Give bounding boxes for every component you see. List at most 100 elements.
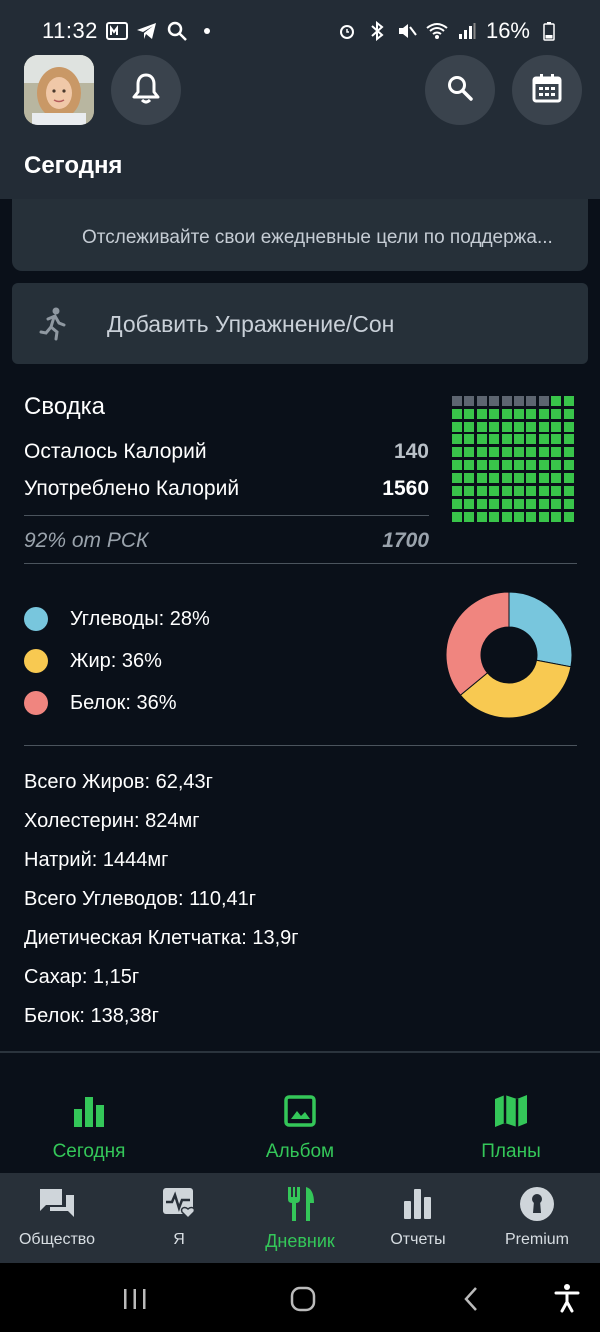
waffle-cell-filled	[501, 485, 512, 496]
nutrient-total-carbs: Всего Углеводов: 110,41г	[24, 888, 257, 910]
accessibility-icon[interactable]	[553, 1283, 581, 1318]
waffle-cell-filled	[513, 460, 524, 471]
rsk-value: 1700	[382, 528, 429, 552]
waffle-cell-filled	[476, 498, 487, 509]
bar-chart-icon	[71, 1093, 107, 1129]
waffle-cell-filled	[563, 460, 574, 471]
waffle-cell-empty	[526, 396, 537, 406]
nutrient-total-fat: Всего Жиров: 62,43г	[24, 771, 213, 793]
bell-icon	[131, 72, 161, 109]
waffle-cell-filled	[513, 485, 524, 496]
waffle-cell-filled	[513, 473, 524, 484]
search-icon	[446, 74, 474, 107]
waffle-cell-filled	[476, 485, 487, 496]
fat-color-dot	[24, 649, 48, 673]
waffle-cell-filled	[513, 511, 524, 522]
waffle-cell-filled	[563, 421, 574, 432]
waffle-cell-filled	[526, 447, 537, 458]
waffle-cell-empty	[501, 396, 512, 406]
waffle-cell-empty	[452, 396, 462, 406]
waffle-cell-empty	[513, 396, 524, 406]
waffle-cell-filled	[563, 447, 574, 458]
keyhole-icon	[518, 1185, 556, 1223]
app-header: Сегодня	[0, 52, 600, 199]
waffle-cell-filled	[464, 447, 475, 458]
add-exercise-sleep-button[interactable]: Добавить Упражнение/Сон	[12, 283, 588, 364]
waffle-cell-filled	[501, 447, 512, 458]
tab-premium[interactable]: Premium	[477, 1185, 597, 1249]
waffle-cell-empty	[464, 396, 475, 406]
home-icon[interactable]	[289, 1285, 317, 1318]
bluetooth-icon	[366, 20, 388, 42]
waffle-cell-filled	[489, 473, 500, 484]
waffle-cell-empty	[476, 396, 487, 406]
chat-icon	[38, 1185, 76, 1223]
waffle-cell-filled	[538, 485, 549, 496]
waffle-cell-filled	[513, 421, 524, 432]
calories-remaining-value: 140	[393, 439, 429, 463]
image-icon	[282, 1093, 318, 1129]
waffle-cell-filled	[526, 408, 537, 419]
subnav-today[interactable]: Сегодня	[0, 1093, 189, 1163]
calories-remaining-label: Осталось Калорий	[24, 439, 207, 463]
back-icon[interactable]	[461, 1285, 481, 1318]
recent-apps-icon[interactable]	[122, 1287, 148, 1316]
calendar-button[interactable]	[512, 55, 582, 125]
telegram-icon	[136, 20, 158, 42]
waffle-cell-filled	[501, 473, 512, 484]
waffle-cell-filled	[476, 447, 487, 458]
health-icon	[160, 1185, 198, 1223]
waffle-cell-filled	[526, 498, 537, 509]
notifications-button[interactable]	[111, 55, 181, 125]
rsk-row: 92% от РСК 1700	[24, 522, 429, 559]
waffle-cell-filled	[551, 421, 562, 432]
waffle-cell-filled	[452, 473, 462, 484]
mute-icon	[396, 20, 418, 42]
calories-consumed-label: Употреблено Калорий	[24, 476, 240, 500]
signal-icon	[456, 20, 478, 42]
waffle-cell-filled	[452, 447, 462, 458]
tab-premium-label: Premium	[504, 1231, 569, 1248]
search-button[interactable]	[425, 55, 495, 125]
waffle-cell-filled	[452, 460, 462, 471]
waffle-cell-filled	[551, 396, 562, 406]
subnav-plans[interactable]: Планы	[411, 1093, 600, 1163]
subnav-plans-label: Планы	[481, 1141, 541, 1162]
legend-carbs: Углеводы: 28%	[24, 598, 210, 640]
waffle-cell-filled	[563, 396, 574, 406]
waffle-cell-filled	[563, 498, 574, 509]
waffle-cell-filled	[538, 447, 549, 458]
subnav-album[interactable]: Альбом	[200, 1093, 400, 1163]
avatar[interactable]	[24, 55, 94, 125]
page-title: Сегодня	[24, 152, 123, 179]
battery-percent: 16%	[485, 18, 530, 43]
alarm-icon	[336, 20, 358, 42]
tab-community[interactable]: Общество	[0, 1185, 117, 1249]
rsk-percent-label: 92% от РСК	[24, 528, 149, 552]
tab-reports[interactable]: Отчеты	[358, 1185, 478, 1249]
waffle-cell-filled	[526, 473, 537, 484]
waffle-cell-filled	[563, 434, 574, 445]
calories-remaining-row: Осталось Калорий 140	[24, 433, 429, 470]
waffle-cell-filled	[563, 511, 574, 522]
summary-divider	[24, 515, 429, 516]
waffle-cell-filled	[526, 434, 537, 445]
waffle-cell-filled	[538, 498, 549, 509]
waffle-cell-filled	[464, 498, 475, 509]
waffle-cell-filled	[489, 421, 500, 432]
tab-me[interactable]: Я	[119, 1185, 239, 1249]
nutrient-protein: Белок: 138,38г	[24, 1005, 159, 1027]
calorie-summary: Сводка Осталось Калорий 140 Употреблено …	[24, 393, 429, 559]
nutrient-sodium: Натрий: 1444мг	[24, 849, 169, 871]
waffle-cell-empty	[489, 396, 500, 406]
section-divider	[24, 563, 577, 564]
waffle-cell-filled	[538, 460, 549, 471]
summary-title: Сводка	[24, 393, 106, 420]
waffle-cell-filled	[526, 511, 537, 522]
tab-diary[interactable]: Дневник	[240, 1185, 360, 1252]
waffle-cell-filled	[476, 408, 487, 419]
waffle-cell-filled	[563, 473, 574, 484]
waffle-cell-filled	[513, 408, 524, 419]
waffle-cell-filled	[452, 511, 462, 522]
waffle-cell-filled	[501, 460, 512, 471]
